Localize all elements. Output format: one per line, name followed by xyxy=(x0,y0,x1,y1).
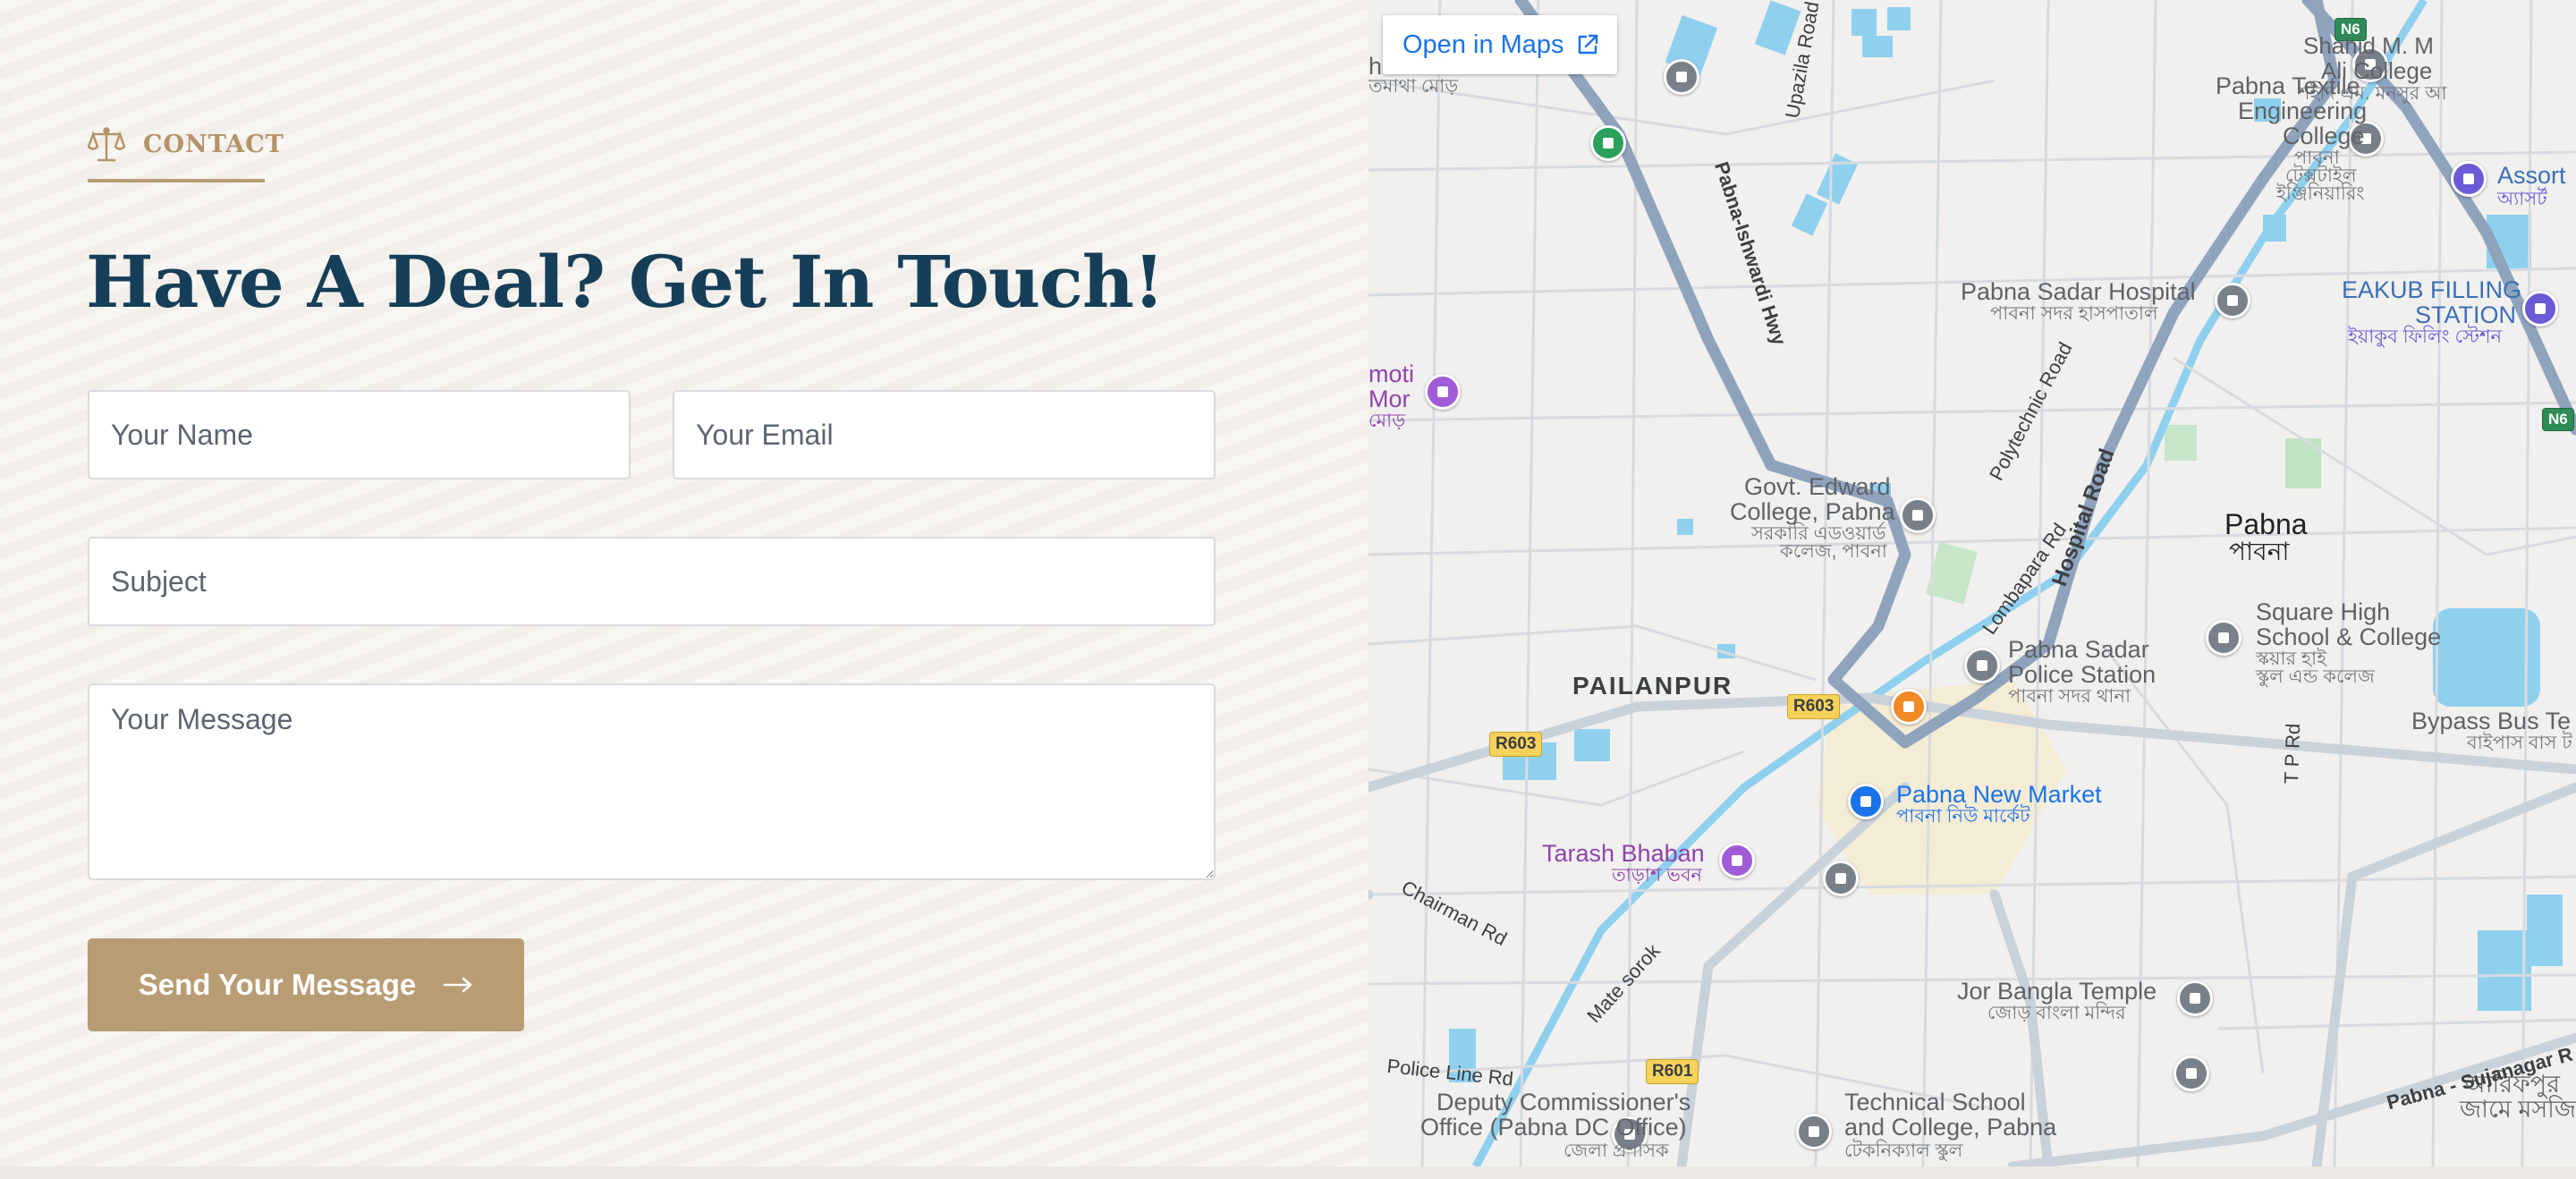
map-label: তাড়াশ ভবন xyxy=(1612,865,1703,886)
map-label: Mor xyxy=(1368,386,1411,412)
map-label: Tarash Bhaban xyxy=(1542,840,1705,867)
map-label: পাবনা সদর থানা xyxy=(2008,686,2131,707)
map-label: Bypass Bus Te xyxy=(2411,708,2572,734)
map-label: STATION xyxy=(2415,301,2516,328)
map-label: Police Station xyxy=(2008,661,2157,688)
map-label: তমাথা মোড় xyxy=(1368,76,1459,97)
shopping-pin-icon[interactable] xyxy=(1848,784,1884,819)
map-label: স্কুল এন্ড কলেজ xyxy=(2256,666,2375,687)
route-shield-r603: R603 xyxy=(1787,694,1841,719)
map-label: Engineering xyxy=(2238,98,2368,124)
hospital-pin-icon[interactable] xyxy=(2215,283,2250,318)
map-label: Shahid M. M xyxy=(2303,32,2434,59)
map-label: টেকনিক্যাল স্কুল xyxy=(1844,1141,1963,1161)
map-label: Square High xyxy=(2256,598,2391,625)
map-label: Assort xyxy=(2497,162,2566,189)
route-shield-r601: R601 xyxy=(1646,1059,1699,1084)
police-pin-icon[interactable] xyxy=(1964,648,2000,683)
name-field[interactable] xyxy=(88,390,631,479)
road-label: T P Rd xyxy=(2280,723,2305,785)
shop-pin-icon[interactable] xyxy=(2451,161,2487,197)
map-label: College, Pabna xyxy=(1730,498,1895,525)
map-label: পাবনা সদর হাসপাতাল xyxy=(1990,303,2158,324)
map-label: moti xyxy=(1368,360,1415,387)
temple-pin-icon[interactable] xyxy=(2177,980,2213,1016)
area-label: PAILANPUR xyxy=(1572,672,1733,700)
map-label: কলেজ, পাবনা xyxy=(1780,541,1887,562)
map-label: School & College xyxy=(2256,623,2442,650)
contact-eyebrow-label: CONTACT xyxy=(143,131,284,158)
map-label: ইয়াকুব ফিলিং স্টেশন xyxy=(2348,327,2503,347)
school-pin-icon[interactable] xyxy=(2206,620,2241,656)
message-field[interactable] xyxy=(88,683,1216,880)
map-label: অ্যাসর্ট xyxy=(2497,189,2547,209)
park-pin-icon[interactable] xyxy=(1590,125,1626,161)
map-label: ইঞ্জিনিয়ারিং xyxy=(2276,183,2365,204)
map-label: মোড় xyxy=(1368,411,1406,431)
camera-pin-icon[interactable] xyxy=(1425,374,1461,410)
landmark-pin-icon[interactable] xyxy=(1719,843,1755,878)
map-label: Jor Bangla Temple xyxy=(1957,978,2157,1005)
external-link-icon xyxy=(1578,34,1597,55)
email-field[interactable] xyxy=(673,390,1216,479)
restaurant-pin-icon[interactable] xyxy=(1891,689,1927,725)
map-label: Pabna Sadar xyxy=(2008,636,2149,663)
map-label: Technical School xyxy=(1844,1089,2026,1115)
route-shield-n6: N6 xyxy=(2542,408,2574,431)
map-label: পাবনা নিউ মার্কেট xyxy=(1896,806,2030,827)
map-label: জেলা প্রশাসক xyxy=(1563,1141,1669,1161)
map-label: EAKUB FILLING xyxy=(2342,276,2522,303)
town-label: Pabna xyxy=(2224,508,2308,540)
map-label: Govt. Edward xyxy=(1744,473,1891,500)
map-label: Office (Pabna DC Office) xyxy=(1420,1114,1687,1141)
subject-field[interactable] xyxy=(88,537,1216,626)
map-label: জোড় বাংলা মন্দির xyxy=(1987,1003,2126,1023)
school-pin-icon[interactable] xyxy=(1823,861,1859,896)
contact-section: CONTACT Have A Deal? Get In Touch! Send … xyxy=(0,0,1368,1179)
map-label: বাইপাস বাস ট xyxy=(2467,733,2572,753)
map-embed[interactable]: Open in Maps N6 N6 R603 R603 R601 Shahid… xyxy=(1368,0,2576,1166)
map-label: জামে মসজি xyxy=(2460,1096,2576,1123)
school-pin-icon[interactable] xyxy=(1900,497,1936,533)
school-pin-icon[interactable] xyxy=(2174,1056,2209,1091)
map-label: Pabna Sadar Hospital xyxy=(1961,278,2196,305)
map-label: Deputy Commissioner's xyxy=(1436,1089,1691,1115)
map-label: Pabna Textile xyxy=(2216,72,2360,99)
route-shield-r603: R603 xyxy=(1489,732,1543,757)
map-label: Pabna New Market xyxy=(1896,781,2102,808)
send-message-button[interactable]: Send Your Message xyxy=(88,938,524,1031)
page-title: Have A Deal? Get In Touch! xyxy=(86,240,1165,324)
open-in-maps-button[interactable]: Open in Maps xyxy=(1383,15,1617,74)
scales-icon xyxy=(88,127,125,162)
fuel-pin-icon[interactable] xyxy=(2522,291,2558,327)
map-label: and College, Pabna xyxy=(1844,1114,2057,1141)
map-label: College xyxy=(2283,123,2365,149)
open-in-maps-label: Open in Maps xyxy=(1402,30,1564,59)
contact-eyebrow: CONTACT xyxy=(88,125,284,182)
school-pin-icon[interactable] xyxy=(1796,1114,1832,1149)
page-bottom-border xyxy=(0,1166,2576,1179)
send-message-label: Send Your Message xyxy=(138,968,417,1001)
arrow-right-icon xyxy=(443,977,472,993)
town-label: পাবনা xyxy=(2229,538,2290,565)
poi-pin-icon[interactable] xyxy=(1664,59,1699,95)
